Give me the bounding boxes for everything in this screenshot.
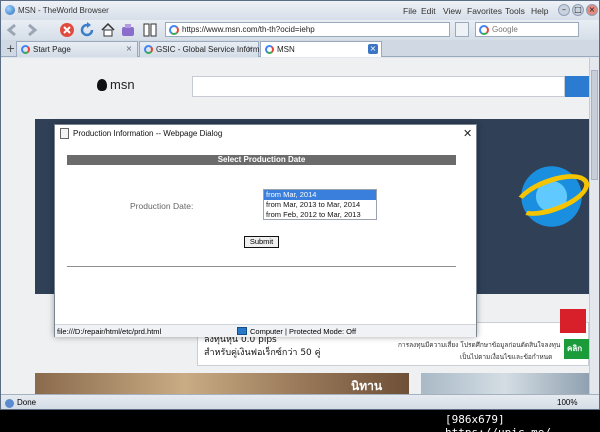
watermark: [986x679] https://upic.me/ [445, 413, 551, 432]
go-button[interactable] [455, 22, 469, 37]
production-date-listbox[interactable]: from Mar, 2014 from Mar, 2013 to Mar, 20… [263, 189, 377, 220]
tab-label: Start Page [33, 45, 71, 54]
address-url[interactable]: https://www.msn.com/th-th?ocid=iehp [182, 25, 315, 34]
menu-favorites[interactable]: Favorites [467, 6, 502, 16]
ad-logo-icon [560, 309, 586, 333]
ad-line-2: สำหรับคู่เงินฟอเร็กซ์กว่า 50 คู่ [204, 348, 321, 358]
navigation-bar: https://www.msn.com/th-th?ocid=iehp Goog… [1, 20, 599, 40]
scrollbar-thumb[interactable] [591, 70, 598, 180]
dialog-section-header: Select Production Date [67, 155, 456, 165]
status-bar: Done 100% [1, 394, 599, 409]
favorites-icon[interactable] [120, 22, 136, 38]
production-date-option[interactable]: from Feb, 2012 to Mar, 2013 [264, 210, 376, 219]
production-date-option[interactable]: from Mar, 2013 to Mar, 2014 [264, 200, 376, 210]
ad-disclaimer-2: เป็นไปตามเงื่อนไขและข้อกำหนด [460, 353, 553, 361]
production-date-label: Production Date: [130, 201, 194, 211]
browser-window: MSN - TheWorld Browser File Edit View Fa… [0, 0, 600, 410]
msn-logo-text: msn [110, 77, 135, 92]
tab-msn[interactable]: MSN × [260, 41, 382, 57]
stop-icon[interactable] [59, 22, 75, 38]
security-zone: Computer | Protected Mode: Off [250, 327, 357, 336]
menu-tools[interactable]: Tools [505, 6, 525, 16]
tab-gsic[interactable]: GSIC - Global Service Inform... × [139, 41, 266, 57]
new-tab-icon[interactable]: + [6, 42, 15, 55]
menu-edit[interactable]: Edit [421, 6, 436, 16]
reader-icon[interactable] [142, 22, 158, 38]
tab-favicon-icon [144, 45, 153, 54]
google-icon [479, 25, 489, 35]
browser-logo-icon [5, 5, 15, 15]
tab-favicon-icon [21, 45, 30, 54]
home-icon[interactable] [100, 22, 116, 38]
dialog-close-icon[interactable]: ✕ [463, 127, 472, 140]
status-text: Done [17, 398, 37, 407]
tab-favicon-icon [265, 45, 274, 54]
butterfly-icon [97, 79, 107, 91]
menu-file[interactable]: File [403, 6, 417, 16]
menu-view[interactable]: View [443, 6, 461, 16]
computer-zone-icon [237, 327, 247, 335]
msn-logo[interactable]: msn [97, 77, 135, 92]
msn-search-input[interactable] [192, 76, 565, 97]
search-box[interactable]: Google [475, 22, 579, 37]
page-icon [60, 128, 69, 139]
dialog-status-bar: file:///D:/repair/html/etc/prd.html Comp… [55, 324, 476, 337]
status-icon [5, 399, 14, 408]
ad-click-button[interactable]: คลิก [564, 339, 589, 359]
tab-bar: + Start Page × GSIC - Global Service Inf… [1, 40, 599, 57]
production-info-dialog: Production Information -- Webpage Dialog… [54, 124, 477, 337]
tab-label: MSN [277, 45, 295, 54]
back-icon[interactable] [5, 22, 21, 38]
window-title: MSN - TheWorld Browser [18, 6, 109, 15]
page-scrollbar[interactable] [589, 58, 599, 394]
close-window-icon[interactable]: × [586, 4, 598, 16]
msn-search-button[interactable] [565, 76, 589, 97]
zoom-level[interactable]: 100% [557, 398, 577, 407]
dialog-title: Production Information -- Webpage Dialog [73, 129, 223, 138]
address-bar[interactable]: https://www.msn.com/th-th?ocid=iehp [165, 22, 450, 37]
dialog-file-path: file:///D:/repair/html/etc/prd.html [57, 327, 162, 336]
submit-button[interactable]: Submit [244, 236, 279, 248]
forward-icon[interactable] [23, 22, 39, 38]
maximize-icon[interactable]: □ [572, 4, 584, 16]
photo-caption: นิทาน [351, 379, 383, 393]
tab-close-icon[interactable]: × [124, 44, 134, 54]
production-date-option[interactable]: from Mar, 2014 [264, 190, 376, 200]
tab-start-page[interactable]: Start Page × [16, 41, 138, 57]
minimize-icon[interactable]: – [558, 4, 570, 16]
news-photo-1[interactable]: นิทาน [35, 373, 409, 394]
dialog-title-bar: Production Information -- Webpage Dialog… [55, 125, 476, 142]
refresh-icon[interactable] [79, 22, 95, 38]
title-bar: MSN - TheWorld Browser File Edit View Fa… [1, 1, 599, 20]
site-google-icon [169, 25, 179, 35]
menu-help[interactable]: Help [531, 6, 548, 16]
tab-close-icon[interactable]: × [368, 44, 378, 54]
search-placeholder: Google [492, 25, 518, 34]
tab-close-icon[interactable]: × [245, 44, 255, 54]
ad-disclaimer-1: การลงทุนมีความเสี่ยง โปรดศึกษาข้อมูลก่อน… [398, 341, 561, 349]
news-photo-2[interactable] [421, 373, 589, 394]
divider [67, 266, 456, 267]
